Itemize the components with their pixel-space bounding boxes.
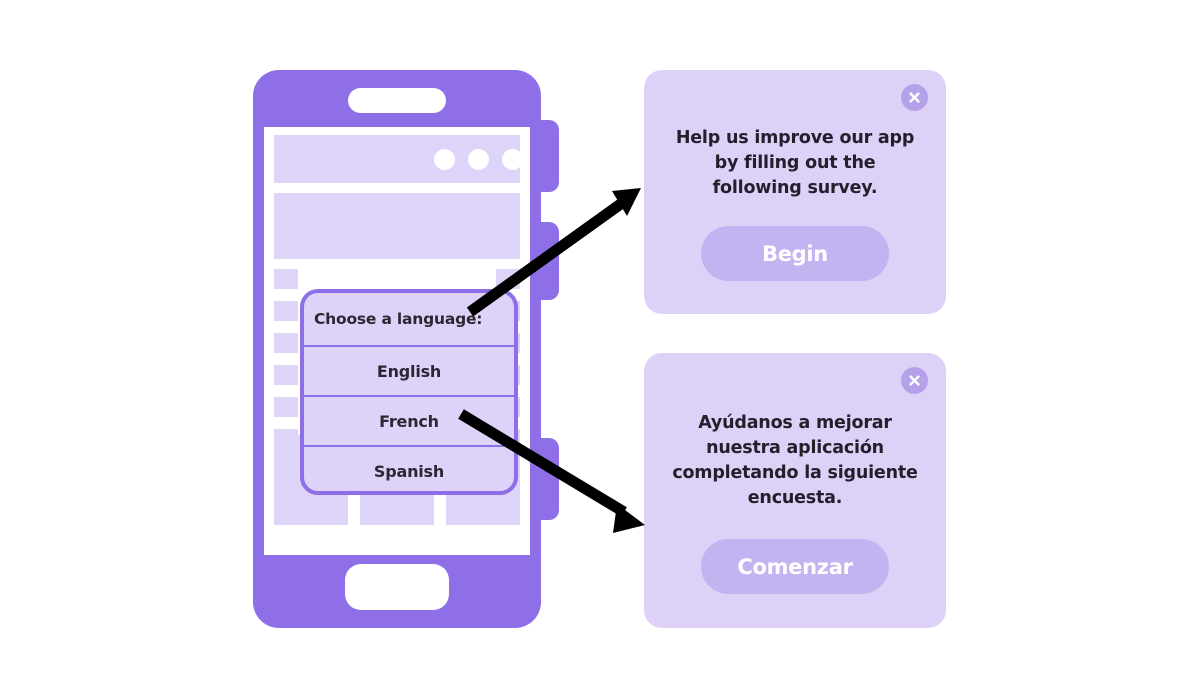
language-option-french[interactable]: French [304, 395, 514, 445]
topbar-dot-1-icon [434, 149, 455, 170]
placeholder-row-left-3 [274, 333, 298, 353]
screen-topbar [274, 135, 523, 183]
english-dialog-message: Help us improve our app by filling out t… [675, 128, 915, 199]
spanish-survey-dialog: Ayúdanos a mejorar nuestra aplicación co… [644, 353, 946, 628]
close-icon[interactable] [901, 84, 928, 111]
language-option-spanish[interactable]: Spanish [304, 445, 514, 491]
illustration-canvas: Choose a language: English French Spanis… [0, 0, 1200, 700]
spanish-dialog-message: Ayúdanos a mejorar nuestra aplicación co… [672, 413, 918, 509]
close-icon[interactable] [901, 367, 928, 394]
placeholder-row-left-2 [274, 301, 298, 321]
english-survey-dialog: Help us improve our app by filling out t… [644, 70, 946, 314]
language-selector: Choose a language: English French Spanis… [300, 289, 518, 495]
placeholder-row-left-1 [274, 269, 298, 289]
placeholder-row-right-1 [496, 269, 520, 289]
phone-side-button-volume-up[interactable] [539, 120, 559, 192]
smartphone-mockup: Choose a language: English French Spanis… [253, 70, 559, 628]
screen-hero-block [274, 193, 520, 259]
phone-side-button-power[interactable] [539, 438, 559, 520]
comenzar-button[interactable]: Comenzar [701, 539, 889, 594]
topbar-dot-3-icon [502, 149, 523, 170]
connector-arrows [458, 188, 645, 533]
topbar-dot-2-icon [468, 149, 489, 170]
placeholder-row-left-5 [274, 397, 298, 417]
phone-side-button-volume-down[interactable] [539, 222, 559, 300]
language-selector-title: Choose a language: [314, 310, 483, 328]
placeholder-row-left-4 [274, 365, 298, 385]
begin-button[interactable]: Begin [701, 226, 889, 281]
speaker-notch [348, 88, 446, 113]
phone-screen: Choose a language: English French Spanis… [264, 127, 530, 555]
home-button[interactable] [345, 564, 449, 610]
language-option-english[interactable]: English [304, 345, 514, 395]
